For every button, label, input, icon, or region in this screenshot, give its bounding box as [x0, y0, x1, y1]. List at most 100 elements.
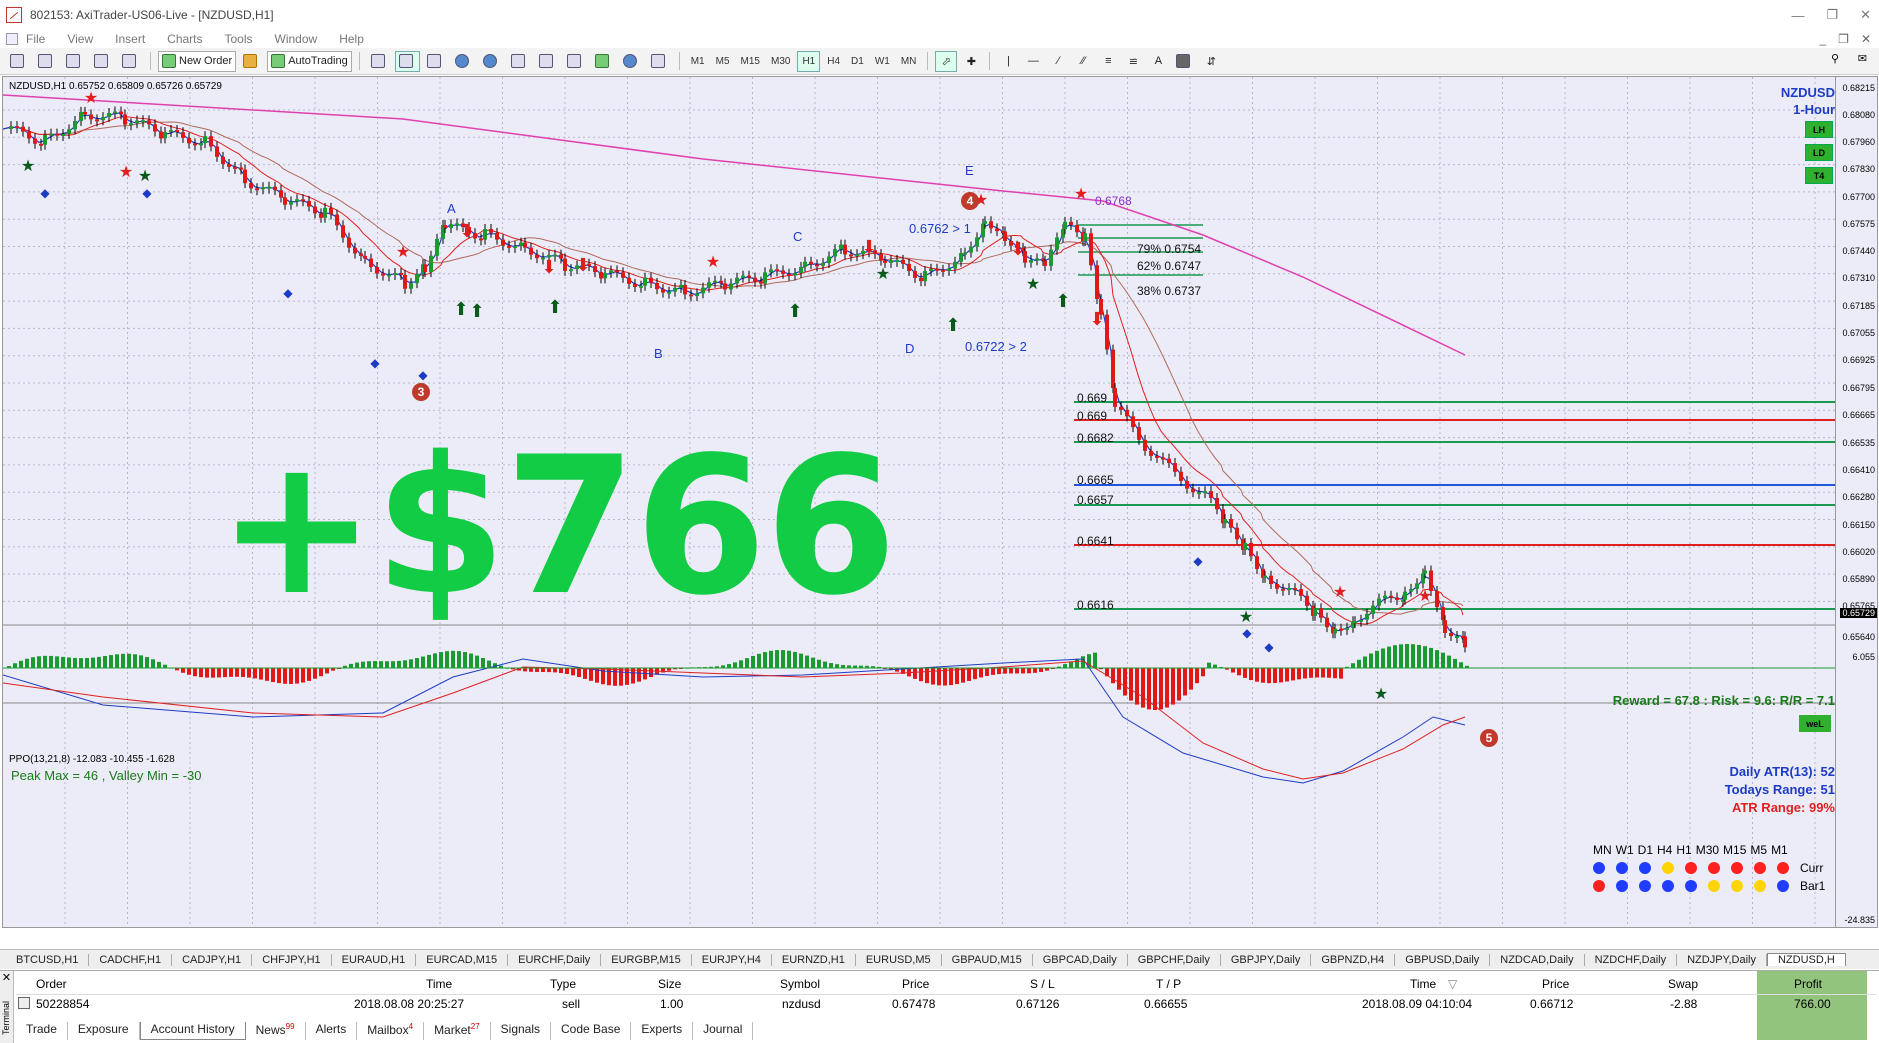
- menu-insert[interactable]: Insert: [115, 32, 145, 46]
- chart-shift-button[interactable]: [563, 51, 588, 72]
- mdi-minimize-icon[interactable]: _: [1819, 32, 1826, 46]
- menu-charts[interactable]: Charts: [167, 32, 202, 46]
- col-order[interactable]: Order: [36, 977, 67, 991]
- col-time[interactable]: Time: [426, 977, 452, 991]
- symbol-tab[interactable]: EURAUD,H1: [332, 953, 417, 966]
- symbol-tab[interactable]: BTCUSD,H1: [6, 953, 90, 966]
- text-tool-button[interactable]: A: [1147, 51, 1169, 72]
- zoom-out-button[interactable]: [479, 51, 504, 72]
- metaeditor-button[interactable]: [239, 51, 264, 72]
- col-type[interactable]: Type: [550, 977, 576, 991]
- symbol-tab[interactable]: NZDCAD,Daily: [1490, 953, 1585, 966]
- cursor-tool-button[interactable]: ⬀: [935, 50, 958, 72]
- terminal-tab[interactable]: Journal: [693, 1022, 754, 1040]
- symbol-tab[interactable]: GBPJPY,Daily: [1221, 953, 1312, 966]
- symbol-tab[interactable]: EURNZD,H1: [772, 953, 856, 966]
- chat-icon[interactable]: ✉: [1858, 52, 1867, 65]
- crosshair-tool-button[interactable]: ✚: [960, 51, 982, 72]
- auto-scroll-button[interactable]: [535, 51, 560, 72]
- bar-chart-button[interactable]: [367, 51, 392, 72]
- t4-badge[interactable]: T4: [1805, 167, 1833, 184]
- terminal-tab[interactable]: Mailbox4: [357, 1022, 425, 1040]
- wel-badge[interactable]: weL: [1799, 715, 1831, 732]
- menu-help[interactable]: Help: [339, 32, 364, 46]
- timeframe-m5[interactable]: M5: [712, 56, 734, 67]
- channel-button[interactable]: ⁄⁄: [1072, 51, 1094, 72]
- mdi-close-icon[interactable]: ✕: [1861, 32, 1871, 46]
- timeframe-m15[interactable]: M15: [737, 56, 764, 67]
- lh-badge[interactable]: LH: [1805, 121, 1833, 138]
- symbol-tab[interactable]: GBPAUD,M15: [942, 953, 1033, 966]
- menu-view[interactable]: View: [67, 32, 93, 46]
- col-sl[interactable]: S / L: [1030, 977, 1055, 991]
- menu-tools[interactable]: Tools: [225, 32, 253, 46]
- symbol-tab[interactable]: EURCAD,M15: [416, 953, 509, 966]
- col-tp[interactable]: T / P: [1156, 977, 1181, 991]
- terminal-tab[interactable]: Code Base: [551, 1022, 632, 1040]
- table-row[interactable]: 50228854 2018.08.08 20:25:27 sell 1.00 n…: [16, 995, 1876, 1015]
- symbol-tab[interactable]: GBPUSD,Daily: [1395, 953, 1491, 966]
- symbol-tab[interactable]: EURUSD,M5: [856, 953, 942, 966]
- minimize-icon[interactable]: —: [1791, 8, 1804, 23]
- timeframe-m1[interactable]: M1: [687, 56, 709, 67]
- symbol-tab[interactable]: EURGBP,M15: [601, 953, 692, 966]
- timeframe-mn[interactable]: MN: [897, 56, 921, 67]
- symbol-tab[interactable]: EURCHF,Daily: [508, 953, 602, 966]
- symbol-tab[interactable]: NZDUSD,H: [1766, 953, 1846, 966]
- symbol-tab[interactable]: GBPNZD,H4: [1311, 953, 1396, 966]
- navigator-button[interactable]: [90, 51, 115, 72]
- terminal-tab[interactable]: Experts: [631, 1022, 694, 1040]
- symbol-tab[interactable]: EURJPY,H4: [692, 953, 772, 966]
- close-icon[interactable]: ✕: [1860, 7, 1871, 23]
- col-swap[interactable]: Swap: [1668, 977, 1698, 991]
- symbol-tab[interactable]: GBPCHF,Daily: [1128, 953, 1221, 966]
- terminal-close-icon[interactable]: ✕: [0, 971, 13, 984]
- timeframe-d1[interactable]: D1: [847, 56, 868, 67]
- mdi-restore-icon[interactable]: ❐: [1838, 32, 1849, 46]
- horizontal-line-button[interactable]: —: [1022, 51, 1044, 72]
- col-price[interactable]: Price: [902, 977, 929, 991]
- candlestick-button[interactable]: [394, 50, 420, 72]
- symbol-tab[interactable]: NZDCHF,Daily: [1585, 953, 1678, 966]
- profiles-button[interactable]: [34, 51, 59, 72]
- terminal-tab[interactable]: Market27: [424, 1022, 491, 1040]
- symbol-tab[interactable]: GBPCAD,Daily: [1033, 953, 1128, 966]
- timeframe-m30[interactable]: M30: [767, 56, 794, 67]
- line-chart-button[interactable]: [423, 51, 448, 72]
- symbol-tab[interactable]: CADJPY,H1: [172, 953, 253, 966]
- indicators-button[interactable]: [591, 51, 616, 72]
- menu-window[interactable]: Window: [275, 32, 318, 46]
- price-chart[interactable]: ★ ★ ★ ★ ★ ★ ★ ★ ★ ★ ★ ★ ★ ★ ◆ ◆ ◆ ◆ ◆ ◆ ◆ ◆ ⬇ ⬇ ⬇ ⬇ ⬇ ⬇ ⬆ ⬆ ⬆ ⬆ ⬆ ⬆ NZDUS…: [2, 76, 1878, 928]
- vertical-line-button[interactable]: |: [997, 51, 1019, 72]
- tester-button[interactable]: [118, 51, 143, 72]
- gann-button[interactable]: ≌: [1122, 51, 1144, 72]
- new-order-button[interactable]: New Order: [158, 50, 237, 72]
- label-tool-button[interactable]: [1172, 51, 1197, 72]
- symbol-tab[interactable]: NZDJPY,Daily: [1677, 953, 1767, 966]
- tile-windows-button[interactable]: [507, 51, 532, 72]
- templates-button[interactable]: [647, 51, 672, 72]
- timeframe-h1[interactable]: H1: [797, 50, 821, 72]
- fibo-button[interactable]: ≡: [1097, 51, 1119, 72]
- menu-file[interactable]: File: [26, 32, 45, 46]
- trendline-button[interactable]: ∕: [1047, 51, 1069, 72]
- timeframe-h4[interactable]: H4: [823, 56, 844, 67]
- terminal-tab[interactable]: Trade: [16, 1022, 68, 1040]
- terminal-tab[interactable]: News99: [246, 1022, 306, 1040]
- col-close-price[interactable]: Price: [1542, 977, 1569, 991]
- col-symbol[interactable]: Symbol: [780, 977, 820, 991]
- ld-badge[interactable]: LD: [1805, 144, 1833, 161]
- terminal-tab[interactable]: Account History: [139, 1022, 246, 1040]
- autotrading-button[interactable]: AutoTrading: [267, 50, 352, 72]
- terminal-tab[interactable]: Signals: [491, 1022, 552, 1040]
- symbol-tab[interactable]: CADCHF,H1: [89, 953, 173, 966]
- periods-button[interactable]: [619, 51, 644, 72]
- new-chart-button[interactable]: [6, 51, 31, 72]
- timeframe-w1[interactable]: W1: [871, 56, 894, 67]
- symbol-tab[interactable]: CHFJPY,H1: [252, 953, 332, 966]
- col-size[interactable]: Size: [658, 977, 681, 991]
- terminal-tab[interactable]: Alerts: [306, 1022, 358, 1040]
- terminal-tab[interactable]: Exposure: [68, 1022, 140, 1040]
- arrows-tool-button[interactable]: ⇵: [1200, 51, 1222, 72]
- search-icon[interactable]: ⚲: [1831, 52, 1839, 65]
